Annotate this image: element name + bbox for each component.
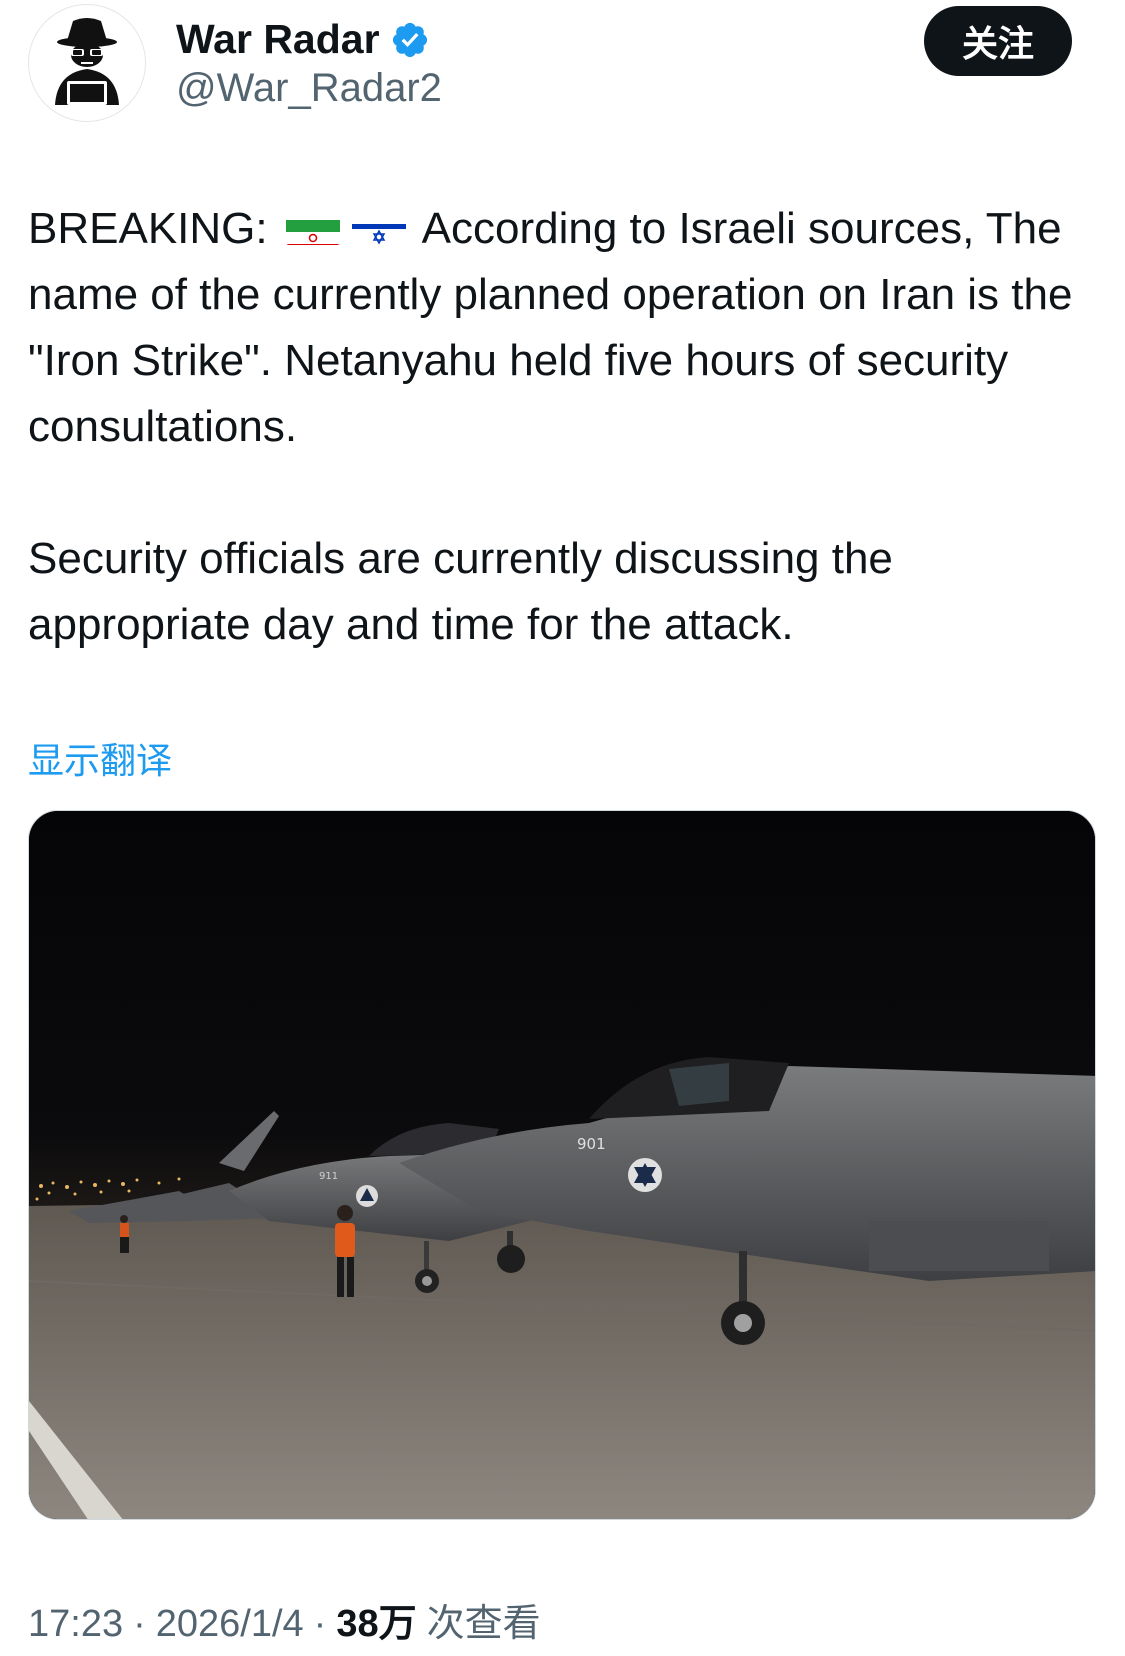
tweet-meta: 17:23 · 2026/1/4 · 38万 次查看 — [28, 1592, 541, 1647]
tweet-page: War Radar @War_Radar2 关注 BREAKING: Accor… — [0, 0, 1125, 1656]
views-label: 次查看 — [426, 1603, 541, 1645]
tweet-time[interactable]: 17:23 — [28, 1603, 123, 1646]
author-name-row[interactable]: War Radar — [176, 16, 430, 63]
tweet-text-breaking: BREAKING: — [28, 204, 280, 253]
display-name[interactable]: War Radar — [176, 16, 380, 63]
show-translation-link[interactable]: 显示翻译 — [28, 732, 172, 784]
jet-number-901: 901 — [577, 1135, 606, 1153]
jet-number-911: 911 — [319, 1171, 338, 1182]
tweet-date[interactable]: 2026/1/4 — [156, 1603, 304, 1646]
fighter-jets-photo[interactable]: 911 901 — [28, 810, 1096, 1520]
israel-flag-icon — [351, 209, 406, 246]
tweet-paragraph-2: Security officials are currently discuss… — [28, 534, 893, 649]
meta-separator: · — [313, 1603, 327, 1645]
verified-badge-icon — [390, 20, 430, 60]
meta-separator: · — [133, 1603, 146, 1645]
follow-button[interactable]: 关注 — [924, 6, 1072, 76]
tweet-paragraph-1: BREAKING: According to Israeli sources, … — [28, 196, 1098, 460]
tweet-text: BREAKING: According to Israeli sources, … — [28, 196, 1098, 658]
author-handle[interactable]: @War_Radar2 — [176, 66, 442, 111]
hacker-avatar-icon[interactable] — [28, 4, 146, 122]
iran-flag-icon — [285, 209, 340, 246]
views-count: 38万 — [336, 1603, 417, 1645]
